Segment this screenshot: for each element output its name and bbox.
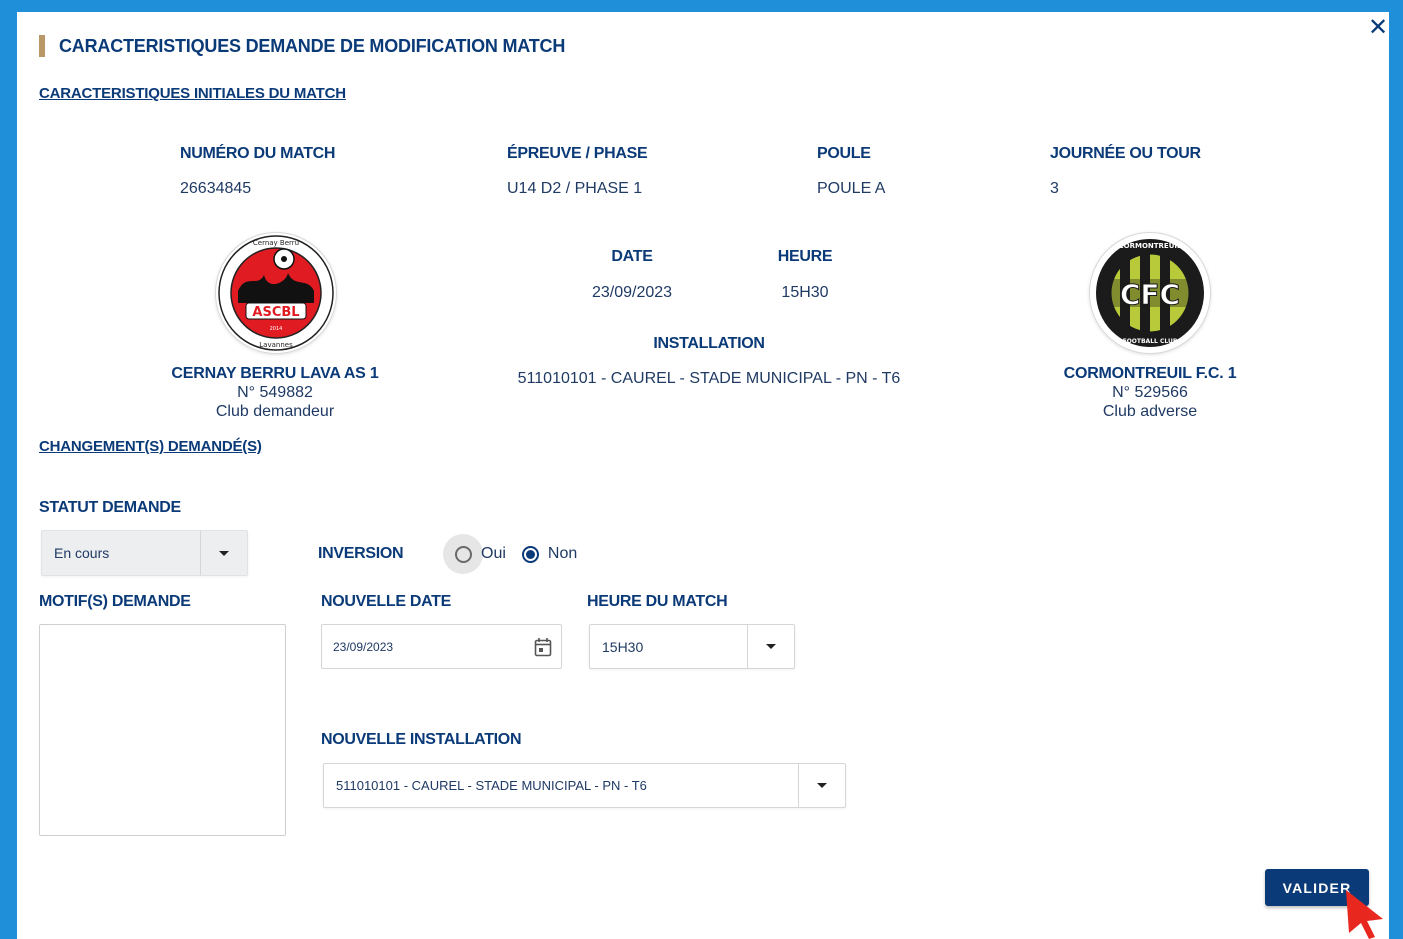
radio-oui[interactable] — [454, 545, 472, 563]
match-time-label: HEURE DU MATCH — [587, 593, 728, 610]
time-label: HEURE — [777, 248, 833, 265]
match-number-label: NUMÉRO DU MATCH — [180, 145, 336, 162]
new-date-label: NOUVELLE DATE — [321, 593, 452, 610]
new-venue-value: 511010101 - CAUREL - STADE MUNICIPAL - P… — [336, 778, 647, 793]
match-time-value: 15H30 — [602, 638, 644, 655]
round-label: JOURNÉE OU TOUR — [1050, 145, 1201, 162]
chevron-down-icon — [766, 644, 776, 649]
reasons-label: MOTIF(S) DEMANDE — [39, 593, 191, 610]
home-team-number: N° 549882 — [237, 384, 313, 401]
chevron-down-icon — [219, 550, 229, 556]
status-select-value: En cours — [54, 545, 110, 561]
status-select-arrow[interactable] — [200, 531, 247, 575]
match-number-value: 26634845 — [180, 180, 252, 197]
section-initial-link[interactable]: CARACTERISTIQUES INITIALES DU MATCH — [39, 85, 346, 102]
new-venue-select[interactable]: 511010101 - CAUREL - STADE MUNICIPAL - P… — [323, 763, 846, 808]
away-team-role: Club adverse — [1102, 403, 1198, 420]
away-team-block: CORMONTREUIL F.C. 1 N° 529566 Club adver… — [1037, 364, 1263, 421]
status-label: STATUT DEMANDE — [39, 499, 181, 516]
radio-non-label[interactable]: Non — [548, 545, 577, 563]
match-time-select[interactable]: 15H30 — [589, 624, 795, 669]
pool-label: POULE — [817, 145, 871, 162]
home-team-block: CERNAY BERRU LAVA AS 1 N° 549882 Club de… — [167, 364, 383, 421]
mouse-cursor-icon — [1346, 890, 1383, 939]
round-value: 3 — [1050, 180, 1059, 197]
home-logo-year: 2014 — [270, 326, 283, 332]
new-venue-label: NOUVELLE INSTALLATION — [321, 731, 522, 748]
modal-title-text: CARACTERISTIQUES DEMANDE DE MODIFICATION… — [59, 35, 566, 56]
close-icon[interactable]: ✕ — [1365, 14, 1391, 40]
modal-dialog: ✕ CARACTERISTIQUES DEMANDE DE MODIFICATI… — [17, 12, 1389, 939]
radio-non[interactable] — [521, 545, 539, 563]
match-time-arrow[interactable] — [747, 625, 794, 668]
home-logo-ring-bottom: Lavannes — [259, 341, 293, 349]
home-team-logo: ASCBL 2014 Cernay Berru Lavannes — [216, 233, 336, 353]
date-label: DATE — [611, 248, 653, 265]
pool-value: POULE A — [817, 180, 886, 197]
title-accent-bar — [39, 35, 45, 57]
modal-title: CARACTERISTIQUES DEMANDE DE MODIFICATION… — [39, 35, 565, 57]
inversion-radio-group: Oui Non — [443, 534, 577, 574]
home-team-name: CERNAY BERRU LAVA AS 1 — [171, 365, 379, 382]
chevron-down-icon — [817, 783, 827, 788]
section-changes-link[interactable]: CHANGEMENT(S) DEMANDÉ(S) — [39, 438, 262, 455]
new-venue-arrow[interactable] — [798, 764, 845, 807]
competition-label: ÉPREUVE / PHASE — [507, 145, 648, 162]
away-team-name: CORMONTREUIL F.C. 1 — [1063, 365, 1237, 382]
away-logo-ring-top: CORMONTREUIL — [1119, 242, 1182, 250]
time-value: 15H30 — [781, 284, 829, 301]
new-date-value: 23/09/2023 — [333, 639, 394, 654]
away-logo-ring-bottom: FOOTBALL CLUB — [1123, 338, 1178, 345]
home-logo-text: ASCBL — [252, 305, 299, 320]
inversion-label: INVERSION — [318, 545, 404, 562]
home-team-role: Club demandeur — [215, 403, 335, 420]
competition-value: U14 D2 / PHASE 1 — [507, 180, 643, 197]
venue-value: 511010101 - CAUREL - STADE MUNICIPAL - P… — [517, 370, 901, 387]
status-select[interactable]: En cours — [41, 530, 248, 576]
radio-oui-halo — [443, 534, 483, 574]
away-team-logo: CFC CORMONTREUIL FOOTBALL CLUB — [1090, 233, 1210, 353]
reasons-textarea[interactable] — [39, 624, 286, 836]
new-date-input[interactable]: 23/09/2023 — [321, 624, 562, 669]
away-logo-text: CFC — [1120, 278, 1180, 311]
home-logo-ring-top: Cernay Berru — [253, 239, 299, 247]
venue-label: INSTALLATION — [653, 335, 765, 352]
radio-oui-label[interactable]: Oui — [481, 545, 506, 563]
calendar-icon[interactable] — [525, 637, 561, 657]
away-team-number: N° 529566 — [1112, 384, 1188, 401]
date-value: 23/09/2023 — [591, 284, 673, 301]
